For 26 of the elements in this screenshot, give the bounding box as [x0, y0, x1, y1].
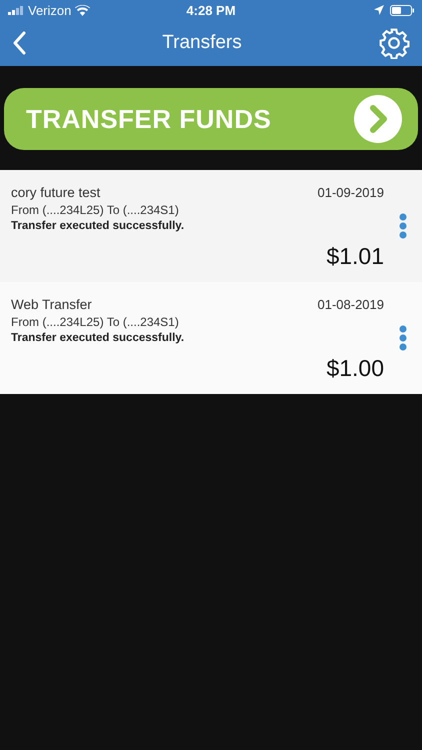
transfer-date: 01-09-2019	[318, 185, 384, 200]
back-button[interactable]	[12, 31, 26, 55]
carrier-name: Verizon	[28, 2, 72, 18]
more-dots-icon	[399, 213, 407, 239]
transfer-name: cory future test	[11, 185, 100, 200]
back-chevron-icon	[12, 31, 26, 55]
screen-title: Transfers	[162, 32, 242, 54]
location-arrow-icon	[374, 5, 384, 15]
transfer-accounts: From (....234L25) To (....234S1)	[11, 203, 180, 217]
wifi-icon	[75, 4, 90, 16]
clock-time: 4:28 PM	[186, 2, 236, 18]
settings-icon	[378, 27, 410, 59]
transfer-status: Transfer executed successfully.	[11, 332, 186, 344]
transfer-row[interactable]: Web Transfer 01-08-2019 From (....234L25) To (....234S1) Transfer executed successfully. $1.00	[0, 282, 422, 394]
more-dots-icon	[399, 325, 407, 351]
transfer-row[interactable]: cory future test 01-09-2019 From (....234L25) To (....234S1) Transfer executed successfully. $1.01	[0, 170, 422, 282]
transfer-amount: $1.01	[326, 243, 384, 270]
transfer-amount: $1.00	[326, 355, 384, 382]
signal-icon	[8, 6, 24, 14]
transfer-date: 01-08-2019	[318, 297, 384, 312]
battery-icon	[390, 4, 414, 16]
transfer-name: Web Transfer	[11, 297, 92, 312]
settings-button[interactable]	[378, 27, 410, 59]
chevron-circle-icon	[354, 95, 402, 143]
transfer-accounts: From (....234L25) To (....234S1)	[11, 315, 180, 329]
transfer-status: Transfer executed successfully.	[11, 220, 186, 232]
